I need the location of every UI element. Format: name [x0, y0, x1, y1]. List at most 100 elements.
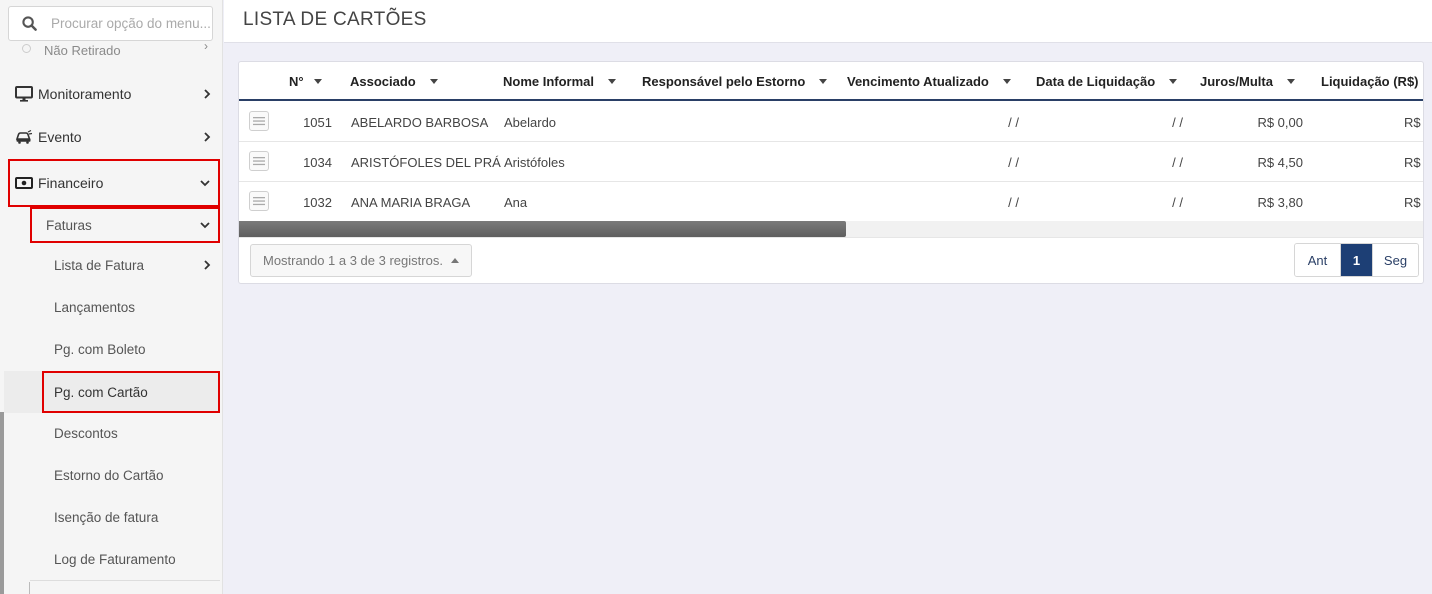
sort-caret-icon — [819, 79, 828, 84]
sidebar-scrollbar[interactable] — [0, 412, 4, 594]
search-input[interactable] — [51, 16, 211, 31]
page-header: LISTA DE CARTÕES — [224, 0, 1432, 43]
sidebar-item-faturas[interactable]: Faturas — [30, 207, 220, 243]
cell-vencimento: / / — [1008, 194, 1019, 210]
sidebar-item-monitoramento[interactable]: Monitoramento — [8, 73, 220, 115]
sidebar-item-isencao-de-fatura[interactable]: Isenção de fatura — [42, 496, 220, 538]
chevron-down-icon — [200, 178, 210, 188]
column-header-data-liquidacao[interactable]: Data de Liquidação — [1036, 62, 1178, 101]
column-header-liquidacao-valor[interactable]: Liquidação (R$) — [1321, 62, 1419, 101]
sidebar-item-label: Log de Faturamento — [54, 551, 176, 567]
sort-caret-icon — [1169, 79, 1178, 84]
column-header-label: Vencimento Atualizado — [847, 74, 989, 89]
cell-liquidacao-valor: R$ ( — [1404, 194, 1423, 210]
cell-juros-multa: R$ 0,00 — [1257, 114, 1303, 130]
sidebar-item-label: Pg. com Boleto — [54, 341, 146, 357]
column-header-associado[interactable]: Associado — [350, 62, 438, 101]
list-icon — [253, 157, 265, 166]
column-header-label: Juros/Multa — [1200, 74, 1273, 89]
table-header: N° Associado Nome Informal Responsável p… — [239, 62, 1423, 101]
column-header-label: Associado — [350, 74, 416, 89]
list-icon — [253, 197, 265, 206]
sort-caret-icon — [608, 79, 617, 84]
column-header-numero[interactable]: N° — [289, 62, 322, 101]
cell-juros-multa: R$ 3,80 — [1257, 194, 1303, 210]
cell-vencimento: / / — [1008, 114, 1019, 130]
radio-circle-icon — [22, 44, 31, 53]
sort-caret-icon — [429, 79, 438, 84]
cell-juros-multa: R$ 4,50 — [1257, 154, 1303, 170]
chevron-right-icon — [202, 260, 212, 270]
column-header-nome-informal[interactable]: Nome Informal — [503, 62, 617, 101]
pagination: Ant 1 Seg — [1294, 243, 1419, 277]
cell-nome-informal: Ana — [504, 194, 528, 210]
sidebar-item-label: Lista de Fatura — [54, 257, 145, 273]
sort-caret-icon — [1286, 79, 1295, 84]
table-row[interactable]: 1051 ABELARDO BARBOSA Abelardo / / / / R… — [239, 102, 1423, 142]
sidebar-item-label: Estorno do Cartão — [54, 467, 164, 483]
chevron-down-icon — [200, 220, 210, 230]
cell-numero: 1032 — [303, 194, 332, 210]
column-header-responsavel[interactable]: Responsável pelo Estorno — [642, 62, 828, 101]
sidebar-item-label: Financeiro — [38, 175, 104, 191]
column-header-label: Responsável pelo Estorno — [642, 74, 806, 89]
chevron-right-icon: › — [204, 42, 208, 53]
page-title: LISTA DE CARTÕES — [243, 9, 427, 30]
cell-vencimento: / / — [1008, 154, 1019, 170]
sidebar-item-pg-com-cartao[interactable]: Pg. com Cartão — [42, 371, 220, 413]
sidebar-item-label: Lançamentos — [54, 299, 136, 315]
sidebar-item-label: Evento — [38, 129, 82, 145]
sidebar-item-lista-de-fatura[interactable]: Lista de Fatura — [42, 244, 220, 286]
sidebar-item-label: Isenção de fatura — [54, 509, 159, 525]
sidebar-item-financeiro[interactable]: Financeiro — [8, 159, 220, 207]
list-icon — [253, 117, 265, 126]
sidebar-item-label: Monitoramento — [38, 86, 132, 102]
car-icon — [15, 129, 33, 145]
cell-liquidacao-valor: R$ ( — [1404, 154, 1423, 170]
cards-table-panel: N° Associado Nome Informal Responsável p… — [238, 61, 1424, 284]
row-menu-button[interactable] — [249, 111, 269, 131]
sidebar-item-nao-retirado[interactable]: Não Retirado › — [22, 42, 212, 60]
cell-numero: 1051 — [303, 114, 332, 130]
sidebar-item-label: Não Retirado — [44, 43, 121, 58]
cell-data-liquidacao: / / — [1172, 194, 1183, 210]
sidebar-item-log-de-faturamento[interactable]: Log de Faturamento — [42, 538, 220, 580]
sidebar-item-pg-com-boleto[interactable]: Pg. com Boleto — [42, 328, 220, 370]
cell-nome-informal: Aristófoles — [504, 154, 565, 170]
records-info-button[interactable]: Mostrando 1 a 3 de 3 registros. — [250, 244, 472, 277]
search-icon — [21, 16, 37, 32]
column-header-label: N° — [289, 74, 304, 89]
sidebar-item-label: Pg. com Cartão — [54, 384, 148, 400]
sidebar-item-label: Descontos — [54, 425, 118, 441]
table-row[interactable]: 1032 ANA MARIA BRAGA Ana / / / / R$ 3,80… — [239, 182, 1423, 222]
row-menu-button[interactable] — [249, 191, 269, 211]
divider — [30, 580, 220, 581]
next-page-button[interactable]: Seg — [1372, 244, 1418, 276]
sidebar: Não Retirado › Monitoramento Evento Fina… — [0, 0, 223, 594]
sidebar-item-descontos[interactable]: Descontos — [42, 412, 220, 454]
cell-numero: 1034 — [303, 154, 332, 170]
menu-search[interactable] — [8, 6, 213, 41]
prev-page-button[interactable]: Ant — [1295, 244, 1340, 276]
divider — [239, 237, 1423, 238]
page-1-button[interactable]: 1 — [1340, 244, 1372, 276]
table-row[interactable]: 1034 ARISTÓFOLES DEL PRÁ Aristófoles / /… — [239, 142, 1423, 182]
sidebar-item-lancamentos[interactable]: Lançamentos — [42, 286, 220, 328]
horizontal-scroll-thumb[interactable] — [239, 221, 846, 237]
column-header-vencimento[interactable]: Vencimento Atualizado — [847, 62, 1011, 101]
cell-data-liquidacao: / / — [1172, 114, 1183, 130]
money-icon — [15, 175, 33, 191]
chevron-right-icon — [202, 132, 212, 142]
column-header-juros-multa[interactable]: Juros/Multa — [1200, 62, 1295, 101]
row-menu-button[interactable] — [249, 151, 269, 171]
cell-nome-informal: Abelardo — [504, 114, 557, 130]
column-header-label: Liquidação (R$) — [1321, 74, 1419, 89]
cell-associado: ANA MARIA BRAGA — [351, 194, 471, 210]
tree-line — [29, 582, 30, 594]
sort-caret-icon — [1002, 79, 1011, 84]
sidebar-item-estorno-do-cartao[interactable]: Estorno do Cartão — [42, 454, 220, 496]
cell-liquidacao-valor: R$ ( — [1404, 114, 1423, 130]
chevron-right-icon — [202, 89, 212, 99]
sidebar-item-label: Faturas — [46, 217, 92, 233]
sidebar-item-evento[interactable]: Evento — [8, 116, 220, 158]
